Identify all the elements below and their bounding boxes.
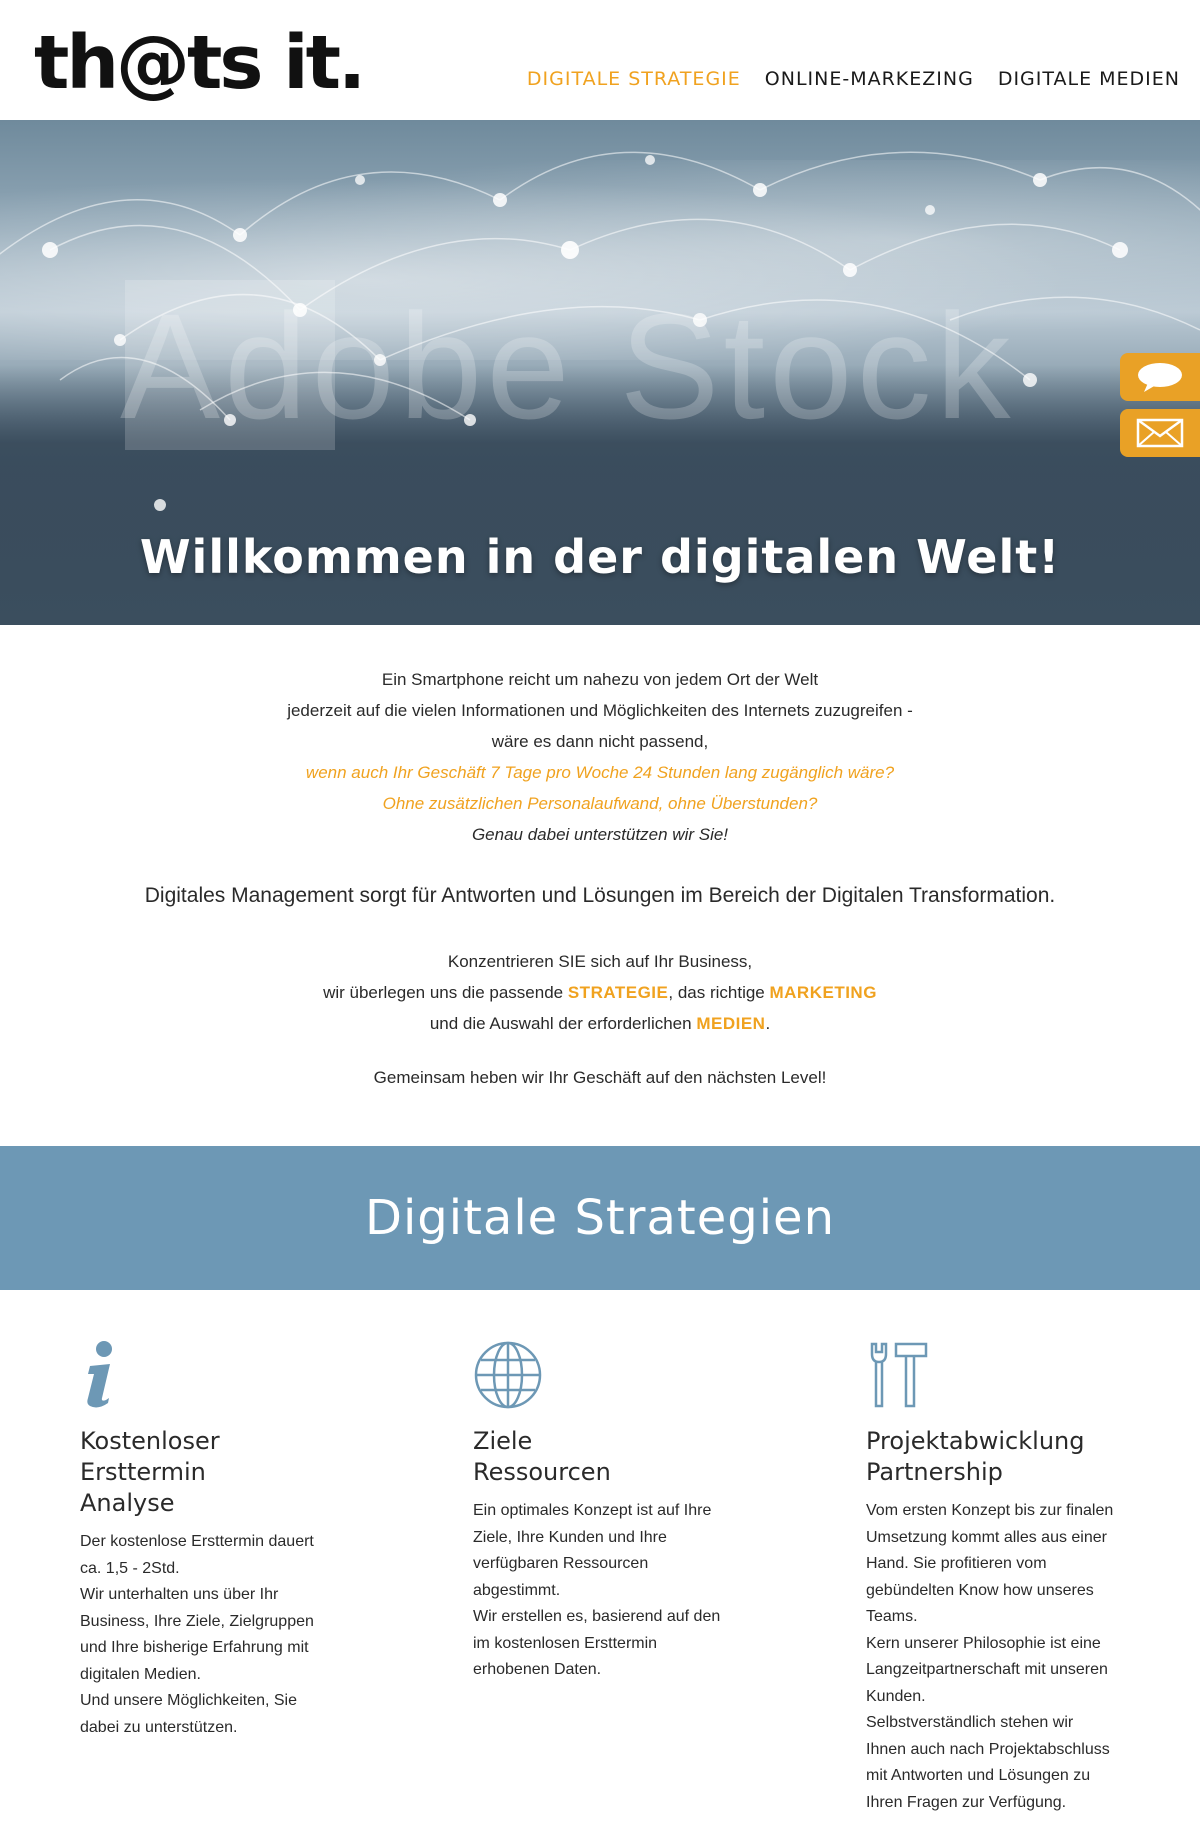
site-logo[interactable]: th@ts it.: [34, 18, 366, 108]
feature-title-line: Ersttermin: [80, 1458, 206, 1486]
feature-text-line: Kern unserer Philosophie ist eine: [866, 1634, 1101, 1652]
chat-button[interactable]: [1120, 353, 1200, 401]
feature-text-line: gebündelten Know how unseres: [866, 1581, 1094, 1599]
feature-text-line: im kostenlosen Ersttermin: [473, 1634, 658, 1652]
feature-text-line: abgestimmt.: [473, 1581, 561, 1599]
nav-online-marketing[interactable]: ONLINE-MARKEZING: [765, 68, 974, 90]
feature-text-line: digitalen Medien.: [80, 1665, 201, 1683]
feature-text-line: Der kostenlose Ersttermin dauert: [80, 1533, 314, 1550]
feature-text: Ein optimales Konzept ist auf Ihre Ziele…: [473, 1498, 748, 1684]
envelope-icon: [1136, 418, 1184, 448]
medien-highlight: MEDIEN: [696, 1014, 766, 1033]
hero-title: Willkommen in der digitalen Welt!: [139, 530, 1061, 584]
focus-line: und die Auswahl der erforderlichen MEDIE…: [0, 1008, 1200, 1039]
feature-text-line: dabei zu unterstützen.: [80, 1718, 238, 1736]
feature-title-line: Ziele: [473, 1427, 533, 1455]
feature-text-line: Vom ersten Konzept bis zur finalen: [866, 1502, 1114, 1519]
feature-title-line: Partnership: [866, 1458, 1003, 1486]
feature-title-line: Analyse: [80, 1489, 175, 1517]
focus-text: , das richtige: [668, 983, 770, 1002]
feature-title: Kostenloser Ersttermin Analyse: [80, 1426, 355, 1519]
section-band: Digitale Strategien: [0, 1146, 1200, 1290]
globe-icon: [473, 1340, 748, 1418]
feature-text-line: Ein optimales Konzept ist auf Ihre: [473, 1502, 712, 1519]
focus-line: Konzentrieren SIE sich auf Ihr Business,: [447, 952, 753, 971]
site-header: th@ts it. DIGITALE STRATEGIE ONLINE-MARK…: [0, 0, 1200, 120]
intro-section: Ein Smartphone reicht um nahezu von jede…: [0, 664, 1200, 850]
lead-statement: Digitales Management sorgt für Antworten…: [144, 884, 1056, 907]
feature-text-line: Selbstverständlich stehen wir: [866, 1714, 1074, 1731]
feature-text-line: Langzeitpartnerschaft mit unseren: [866, 1661, 1108, 1678]
adobe-stock-watermark: Adobe Stock: [120, 282, 1015, 450]
feature-text-line: erhobenen Daten.: [473, 1661, 602, 1678]
feature-text-line: Wir erstellen es, basierend auf den: [473, 1608, 721, 1625]
email-button[interactable]: [1120, 409, 1200, 457]
feature-title-line: Ressourcen: [473, 1458, 611, 1486]
focus-line: wir überlegen uns die passende STRATEGIE…: [0, 977, 1200, 1008]
nav-digitale-strategie[interactable]: DIGITALE STRATEGIE: [527, 68, 741, 90]
feature-text-line: Kunden.: [866, 1687, 926, 1705]
intro-line: wäre es dann nicht passend,: [491, 732, 709, 751]
intro-line: Ein Smartphone reicht um nahezu von jede…: [381, 670, 819, 689]
speech-bubble-icon: [1138, 363, 1182, 392]
focus-text: und die Auswahl der erforderlichen: [429, 1014, 697, 1033]
info-icon: [80, 1340, 355, 1418]
feature-text-line: Hand. Sie profitieren vom: [866, 1555, 1047, 1572]
focus-section: Konzentrieren SIE sich auf Ihr Business,…: [0, 946, 1200, 1039]
feature-text-line: Ziele, Ihre Kunden und Ihre: [473, 1528, 667, 1546]
feature-text-line: Wir unterhalten uns über Ihr: [80, 1586, 279, 1603]
feature-column-ziele: Ziele Ressourcen Ein optimales Konzept i…: [473, 1340, 748, 1684]
intro-highlight-line: Ohne zusätzlichen Personalaufwand, ohne …: [382, 794, 818, 813]
marketing-highlight: MARKETING: [769, 983, 877, 1002]
strategie-highlight: STRATEGIE: [567, 983, 669, 1002]
tools-icon: [866, 1340, 1141, 1418]
feature-text-line: ca. 1,5 - 2Std.: [80, 1559, 180, 1577]
intro-line: jederzeit auf die vielen Informationen u…: [287, 701, 913, 720]
feature-text-line: Ihren Fragen zur Verfügung.: [866, 1793, 1067, 1811]
main-nav: DIGITALE STRATEGIE ONLINE-MARKEZING DIGI…: [503, 68, 1180, 90]
focus-text: .: [765, 1014, 771, 1033]
feature-text-line: mit Antworten und Lösungen zu: [866, 1767, 1091, 1784]
feature-text-line: Teams.: [866, 1608, 918, 1625]
section-title: Digitale Strategien: [364, 1190, 835, 1246]
hero-banner: Adobe Stock Willkommen in der digitalen …: [0, 120, 1200, 625]
feature-text-line: Umsetzung kommt alles aus einer: [866, 1528, 1107, 1546]
feature-title-line: Kostenloser: [80, 1427, 220, 1455]
feature-text: Vom ersten Konzept bis zur finalen Umset…: [866, 1498, 1141, 1816]
intro-highlight-line: wenn auch Ihr Geschäft 7 Tage pro Woche …: [305, 763, 895, 782]
feature-column-analyse: Kostenloser Ersttermin Analyse Der koste…: [80, 1340, 355, 1741]
feature-title-line: Projektabwicklung: [866, 1427, 1085, 1455]
together-statement: Gemeinsam heben wir Ihr Geschäft auf den…: [373, 1068, 827, 1087]
feature-title: Ziele Ressourcen: [473, 1426, 748, 1488]
feature-title: Projektabwicklung Partnership: [866, 1426, 1141, 1488]
focus-text: wir überlegen uns die passende: [323, 983, 568, 1002]
feature-text-line: Und unsere Möglichkeiten, Sie: [80, 1692, 298, 1709]
feature-text: Der kostenlose Ersttermin dauert ca. 1,5…: [80, 1529, 355, 1741]
feature-text-line: Business, Ihre Ziele, Zielgruppen: [80, 1612, 314, 1630]
intro-closing-line: Genau dabei unterstützen wir Sie!: [471, 825, 729, 844]
feature-column-projekt: Projektabwicklung Partnership Vom ersten…: [866, 1340, 1141, 1816]
nav-digitale-medien[interactable]: DIGITALE MEDIEN: [998, 68, 1180, 90]
feature-text-line: Ihnen auch nach Projektabschluss: [866, 1740, 1110, 1758]
feature-text-line: und Ihre bisherige Erfahrung mit: [80, 1639, 309, 1656]
feature-text-line: verfügbaren Ressourcen: [473, 1555, 649, 1572]
